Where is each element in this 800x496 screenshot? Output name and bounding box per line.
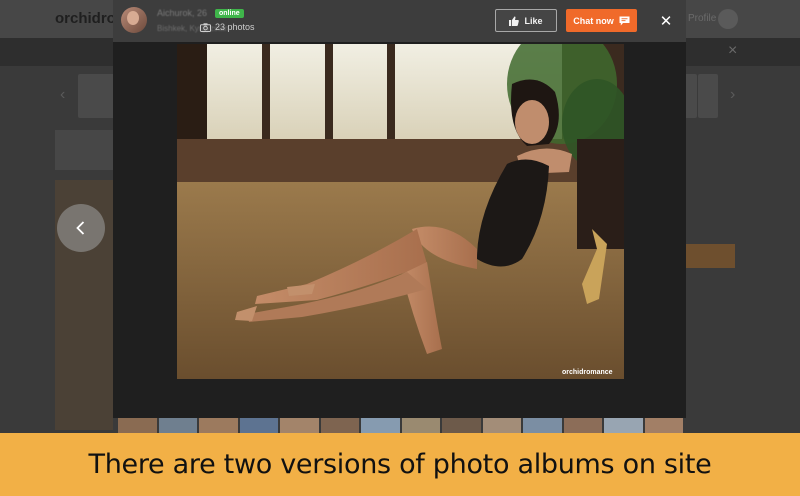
like-button-label: Like [524,15,543,26]
gallery-thumbnail[interactable] [604,418,643,433]
gallery-thumbnail[interactable] [563,418,602,433]
gallery-thumbnail[interactable] [482,418,521,433]
caption-text: There are two versions of photo albums o… [88,449,712,480]
gallery-thumbnail[interactable] [158,418,197,433]
gallery-thumbnail[interactable] [523,418,562,433]
profile-card [55,130,113,170]
caption-banner: There are two versions of photo albums o… [0,433,800,496]
chevron-left-icon [76,221,85,235]
chat-bubble-icon [619,16,630,25]
thumbs-up-icon [509,15,520,26]
gallery-thumbnail[interactable] [644,418,683,433]
gallery-thumbnail[interactable] [320,418,359,433]
chat-now-button[interactable]: Chat now [566,9,637,32]
profile-avatar[interactable] [718,9,738,29]
gallery-thumbnail[interactable] [239,418,278,433]
profile-link[interactable]: Profile [688,13,716,24]
camera-icon [200,22,211,32]
photo-watermark: orchidromance [562,369,613,376]
gallery-thumbnail[interactable] [361,418,400,433]
gallery-thumbnail-strip [118,418,683,433]
close-icon: ✕ [659,13,673,30]
photos-count-label: 23 photos [215,22,255,32]
gallery-thumbnail[interactable] [280,418,319,433]
gallery-prev-button[interactable] [57,204,105,252]
carousel-thumb[interactable] [698,74,718,118]
carousel-next-icon[interactable]: › [730,86,735,104]
like-button[interactable]: Like [495,9,557,32]
avatar[interactable] [121,7,147,33]
gallery-main-photo[interactable] [177,44,624,379]
chat-now-label: Chat now [573,15,614,26]
carousel-prev-icon[interactable]: ‹ [60,86,65,104]
status-badge: online [215,9,244,18]
gallery-thumbnail[interactable] [401,418,440,433]
gallery-thumbnail[interactable] [118,418,157,433]
gallery-thumbnail[interactable] [199,418,238,433]
photos-count: 23 photos [200,22,255,32]
main-photo-image [177,44,624,379]
close-button[interactable]: ✕ [646,9,686,33]
gallery-thumbnail[interactable] [442,418,481,433]
notice-close-icon[interactable]: × [728,42,737,60]
user-name[interactable]: Aichurok, 26 [157,8,207,18]
